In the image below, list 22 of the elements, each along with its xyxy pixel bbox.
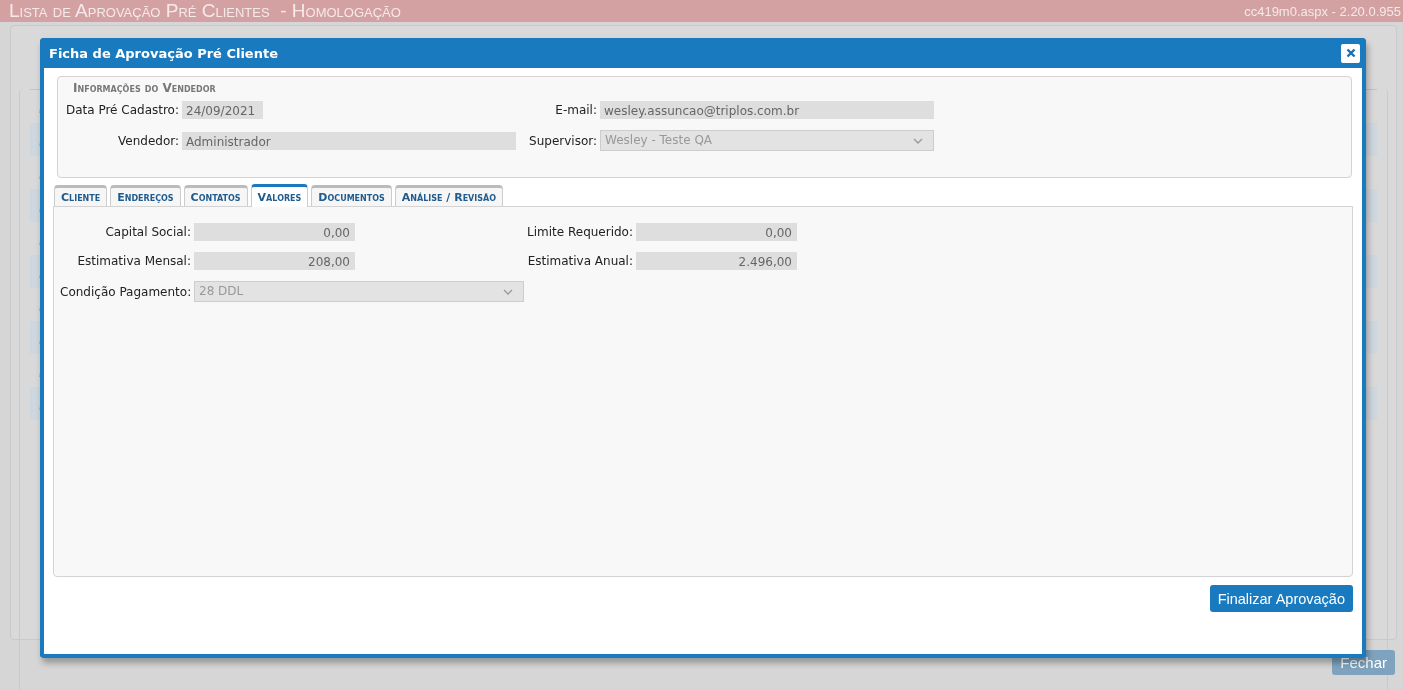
- field-label: Supervisor:: [528, 133, 597, 148]
- field-label: Condição Pagamento:: [60, 284, 191, 299]
- chevron-down-icon: [913, 137, 923, 144]
- field-label: Capital Social:: [104, 225, 191, 239]
- field-label: Data Pré Cadastro:: [64, 103, 179, 117]
- field-label: E-mail:: [554, 103, 597, 117]
- chevron-down-icon: [503, 288, 513, 295]
- field-label: Estimativa Mensal:: [76, 254, 191, 268]
- field-label: Limite Requerido:: [527, 225, 633, 239]
- version-label: cc419m0.aspx - 2.20.0.955: [1244, 3, 1402, 19]
- tab[interactable]: Análise / Revisão: [394, 185, 503, 206]
- tab[interactable]: Valores: [250, 184, 309, 207]
- page-title: Lista de Aprovação Pré Clientes - Homologação: [9, 0, 401, 22]
- tab[interactable]: Contatos: [183, 185, 248, 206]
- tab[interactable]: Endereços: [110, 185, 181, 206]
- dialog-title: Ficha de Aprovação Pré Cliente: [49, 45, 278, 61]
- tab[interactable]: Documentos: [311, 185, 392, 206]
- finalize-button[interactable]: Finalizar Aprovação: [1209, 585, 1353, 612]
- tab[interactable]: Cliente: [54, 185, 108, 206]
- field-label: Vendedor:: [117, 133, 179, 148]
- field-label: Estimativa Anual:: [527, 254, 633, 268]
- close-icon[interactable]: [1341, 43, 1360, 63]
